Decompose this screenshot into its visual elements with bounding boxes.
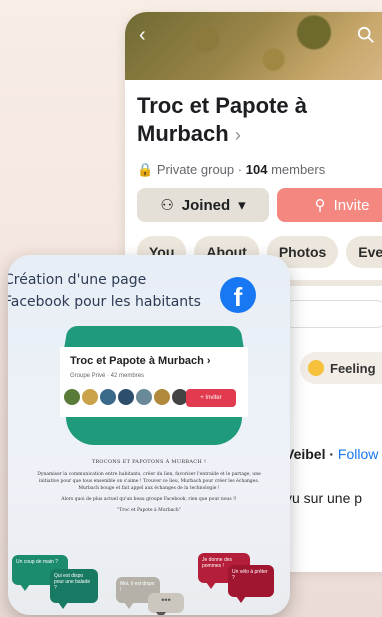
poster-title: Création d'une page Facebook pour les ha… (8, 272, 201, 310)
avatar (118, 389, 134, 405)
poster-invite-button: + Inviter (186, 389, 236, 407)
poster-photo: Création d'une page Facebook pour les ha… (8, 255, 290, 615)
back-arrow-icon[interactable]: ‹ (139, 24, 146, 47)
chevron-right-icon: › (234, 125, 241, 145)
poster-card-meta: Groupe Privé · 42 membres (70, 373, 145, 379)
post-text: vu sur une p (285, 490, 363, 506)
members-label: members (271, 162, 326, 177)
post-author-line: Veibel · Follow (285, 446, 378, 462)
author-separator: · (325, 446, 338, 462)
lock-icon: 🔒 (137, 162, 154, 177)
poster-banner-bottom (66, 417, 242, 445)
avatar (100, 389, 116, 405)
people-icon: ⚇ (160, 197, 174, 214)
member-count: 104 (245, 162, 268, 177)
poster-body-paragraph: Alors quoi de plus actuel qu'un beau gro… (61, 497, 237, 502)
poster-card-title: Troc et Papote à Murbach › (70, 355, 211, 367)
tab-events[interactable]: Even (346, 236, 382, 268)
search-icon[interactable] (357, 26, 375, 44)
composer-input[interactable] (280, 300, 382, 328)
caret-down-icon: ▾ (238, 197, 246, 214)
cover-photo (125, 12, 382, 80)
invite-label: Invite (333, 196, 370, 214)
feeling-button[interactable]: Feeling (300, 352, 382, 384)
poster-body: TROCONS ET PAPOTONS À MURBACH ! Dynamise… (30, 459, 268, 518)
privacy-label: Private group (156, 162, 235, 177)
meta-separator: · (237, 162, 243, 177)
poster-banner-top (64, 325, 244, 349)
group-meta: 🔒 Private group · 104 members (137, 162, 325, 178)
avatar-row (64, 389, 188, 405)
smile-icon (308, 360, 324, 376)
avatar (82, 389, 98, 405)
group-title[interactable]: Troc et Papote à Murbach › (137, 92, 377, 149)
speech-bubble: Qui est dispo pour une balade ? (50, 569, 98, 609)
add-person-icon: ⚲ (314, 197, 326, 214)
invite-button[interactable]: ⚲ Invite (277, 188, 382, 222)
poster-body-paragraph: "Troc et Papote à Murbach" (117, 508, 181, 513)
joined-label: Joined (181, 196, 231, 214)
poster-body-paragraph: Dynamiser la communication entre habitan… (37, 472, 261, 491)
group-name: Troc et Papote à Murbach (137, 93, 307, 146)
follow-link[interactable]: Follow (338, 446, 378, 462)
typing-bubble: ••• (148, 593, 184, 615)
poster-group-card: Troc et Papote à Murbach › Groupe Privé … (60, 347, 248, 417)
avatar (136, 389, 152, 405)
feeling-label: Feeling (330, 360, 376, 376)
speech-bubble: Un vélo à prêter ? (228, 565, 274, 603)
facebook-logo-icon: f (220, 277, 256, 313)
post-author[interactable]: Veibel (285, 446, 325, 462)
joined-button[interactable]: ⚇ Joined ▾ (137, 188, 269, 222)
poster-body-heading: TROCONS ET PAPOTONS À MURBACH ! (91, 459, 207, 465)
avatar (154, 389, 170, 405)
avatar (64, 389, 80, 405)
